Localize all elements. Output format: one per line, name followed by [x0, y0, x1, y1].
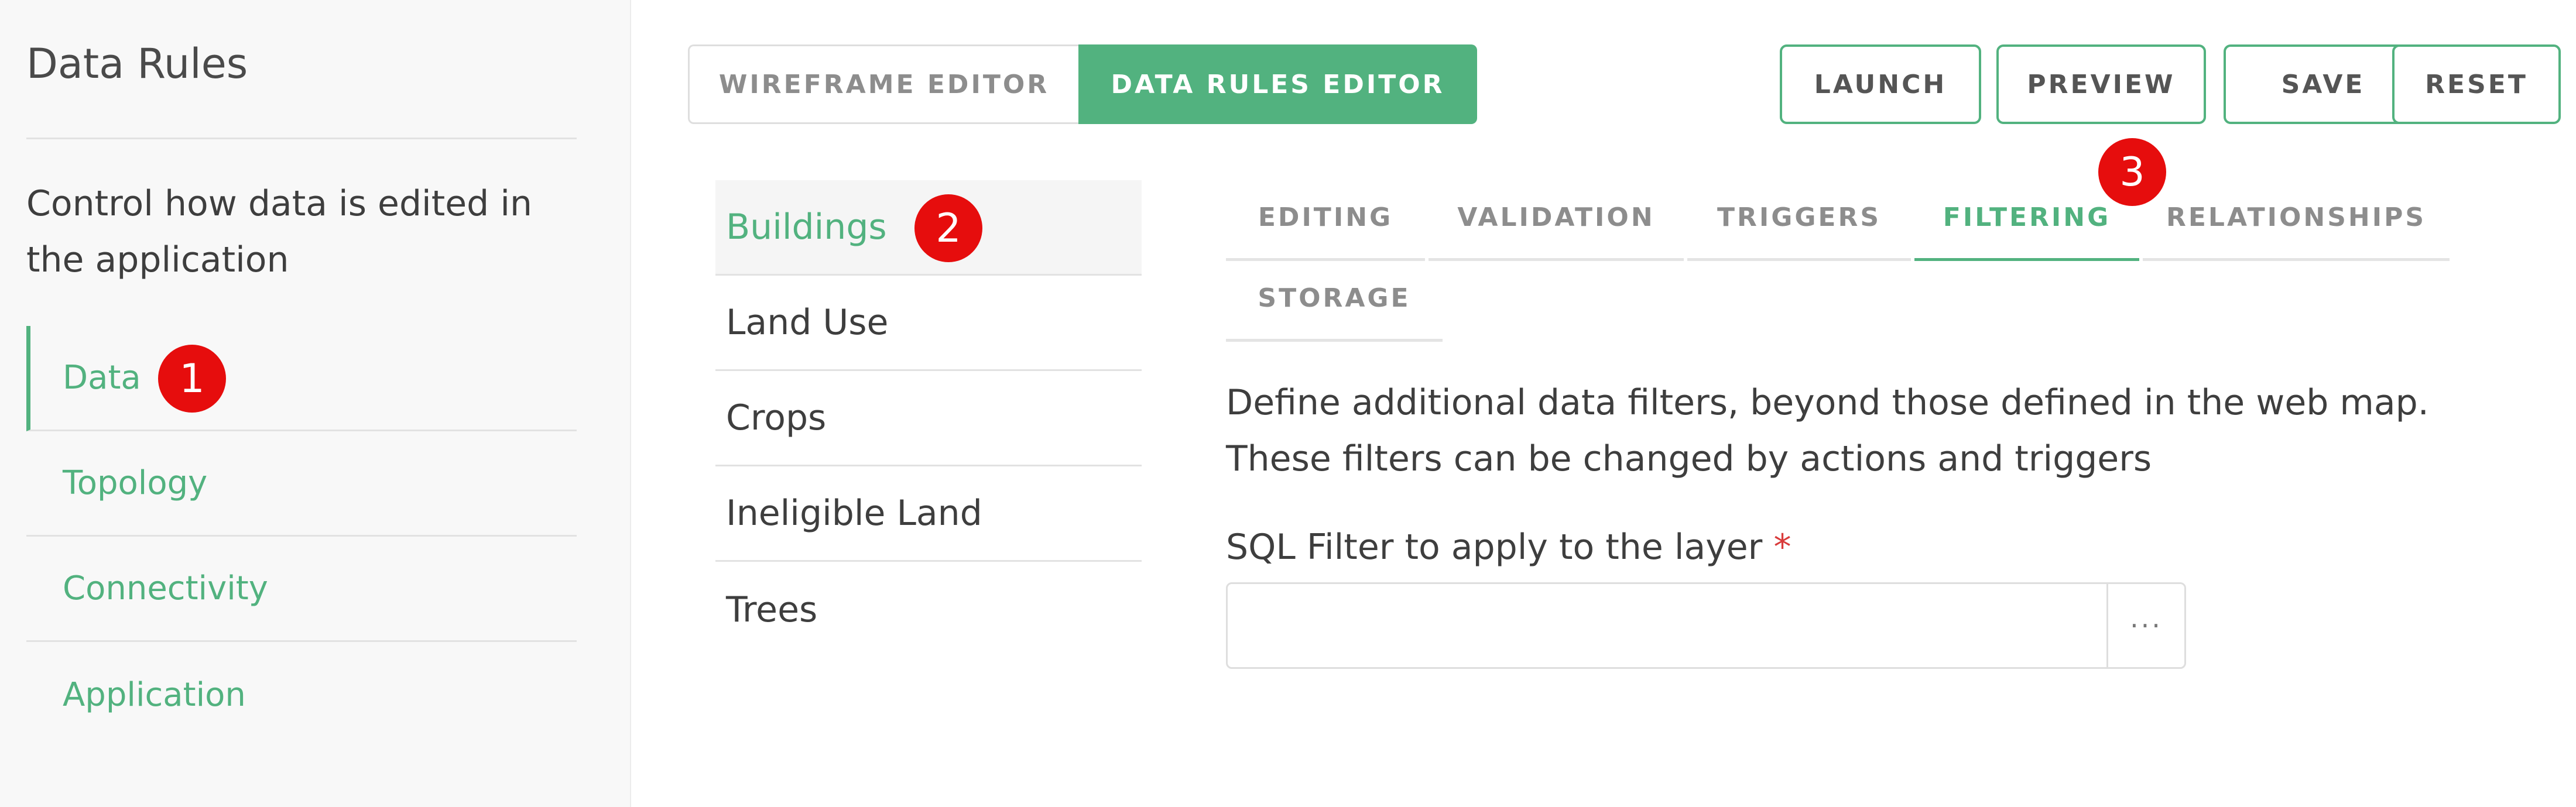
- step-marker-3: 3: [2098, 138, 2166, 206]
- layer-item-label: Buildings: [726, 207, 887, 248]
- tab-relationships[interactable]: RELATIONSHIPS: [2143, 177, 2450, 261]
- tab-triggers[interactable]: TRIGGERS: [1687, 177, 1911, 261]
- sql-filter-input[interactable]: [1228, 584, 2106, 667]
- layer-item-label: Land Use: [726, 302, 889, 343]
- reset-button[interactable]: RESET: [2392, 44, 2561, 124]
- layer-item-trees[interactable]: Trees: [715, 562, 1142, 657]
- sidebar-item-label: Data: [63, 359, 141, 397]
- sidebar-title: Data Rules: [26, 40, 248, 88]
- sidebar-item-topology[interactable]: Topology: [26, 431, 577, 537]
- data-rules-sidebar: Data Rules Control how data is edited in…: [0, 0, 631, 807]
- layer-item-land-use[interactable]: Land Use: [715, 276, 1142, 371]
- layer-item-crops[interactable]: Crops: [715, 371, 1142, 466]
- rule-tabs: EDITING VALIDATION TRIGGERS FILTERING RE…: [1226, 177, 2455, 343]
- sidebar-nav: Data 1 Topology Connectivity Application: [26, 326, 577, 747]
- filtering-description: Define additional data filters, beyond t…: [1226, 382, 2429, 479]
- sql-filter-label: SQL Filter to apply to the layer *: [1226, 527, 1791, 568]
- layer-item-ineligible-land[interactable]: Ineligible Land: [715, 466, 1142, 562]
- sql-filter-label-text: SQL Filter to apply to the layer: [1226, 527, 1763, 568]
- layer-item-label: Crops: [726, 397, 827, 438]
- sql-filter-browse-button[interactable]: ···: [2106, 584, 2184, 667]
- preview-button[interactable]: PREVIEW: [1996, 44, 2206, 124]
- sidebar-item-connectivity[interactable]: Connectivity: [26, 537, 577, 642]
- sidebar-divider: [26, 138, 577, 139]
- layer-list: Buildings 2 Land Use Crops Ineligible La…: [715, 180, 1142, 657]
- sidebar-item-label: Application: [63, 675, 246, 714]
- required-indicator: *: [1773, 527, 1791, 568]
- editor-mode-toggle: WIREFRAME EDITOR DATA RULES EDITOR: [688, 44, 1477, 124]
- sql-filter-field: ···: [1226, 582, 2186, 669]
- step-marker-1: 1: [158, 345, 226, 413]
- sidebar-item-label: Topology: [63, 464, 208, 502]
- data-rules-editor-button[interactable]: DATA RULES EDITOR: [1078, 44, 1477, 124]
- layer-item-label: Trees: [726, 589, 818, 630]
- wireframe-editor-button[interactable]: WIREFRAME EDITOR: [688, 44, 1078, 124]
- tab-validation[interactable]: VALIDATION: [1429, 177, 1684, 261]
- sidebar-description: Control how data is edited in the applic…: [26, 183, 533, 280]
- tab-storage[interactable]: STORAGE: [1226, 257, 1443, 342]
- layer-item-buildings[interactable]: Buildings 2: [715, 180, 1142, 276]
- tab-editing[interactable]: EDITING: [1226, 177, 1425, 261]
- layer-item-label: Ineligible Land: [726, 493, 982, 534]
- launch-button[interactable]: LAUNCH: [1780, 44, 1981, 124]
- step-marker-2: 2: [914, 194, 982, 262]
- sidebar-item-data[interactable]: Data 1: [26, 326, 577, 431]
- sidebar-item-label: Connectivity: [63, 569, 268, 607]
- sidebar-item-application[interactable]: Application: [26, 642, 577, 747]
